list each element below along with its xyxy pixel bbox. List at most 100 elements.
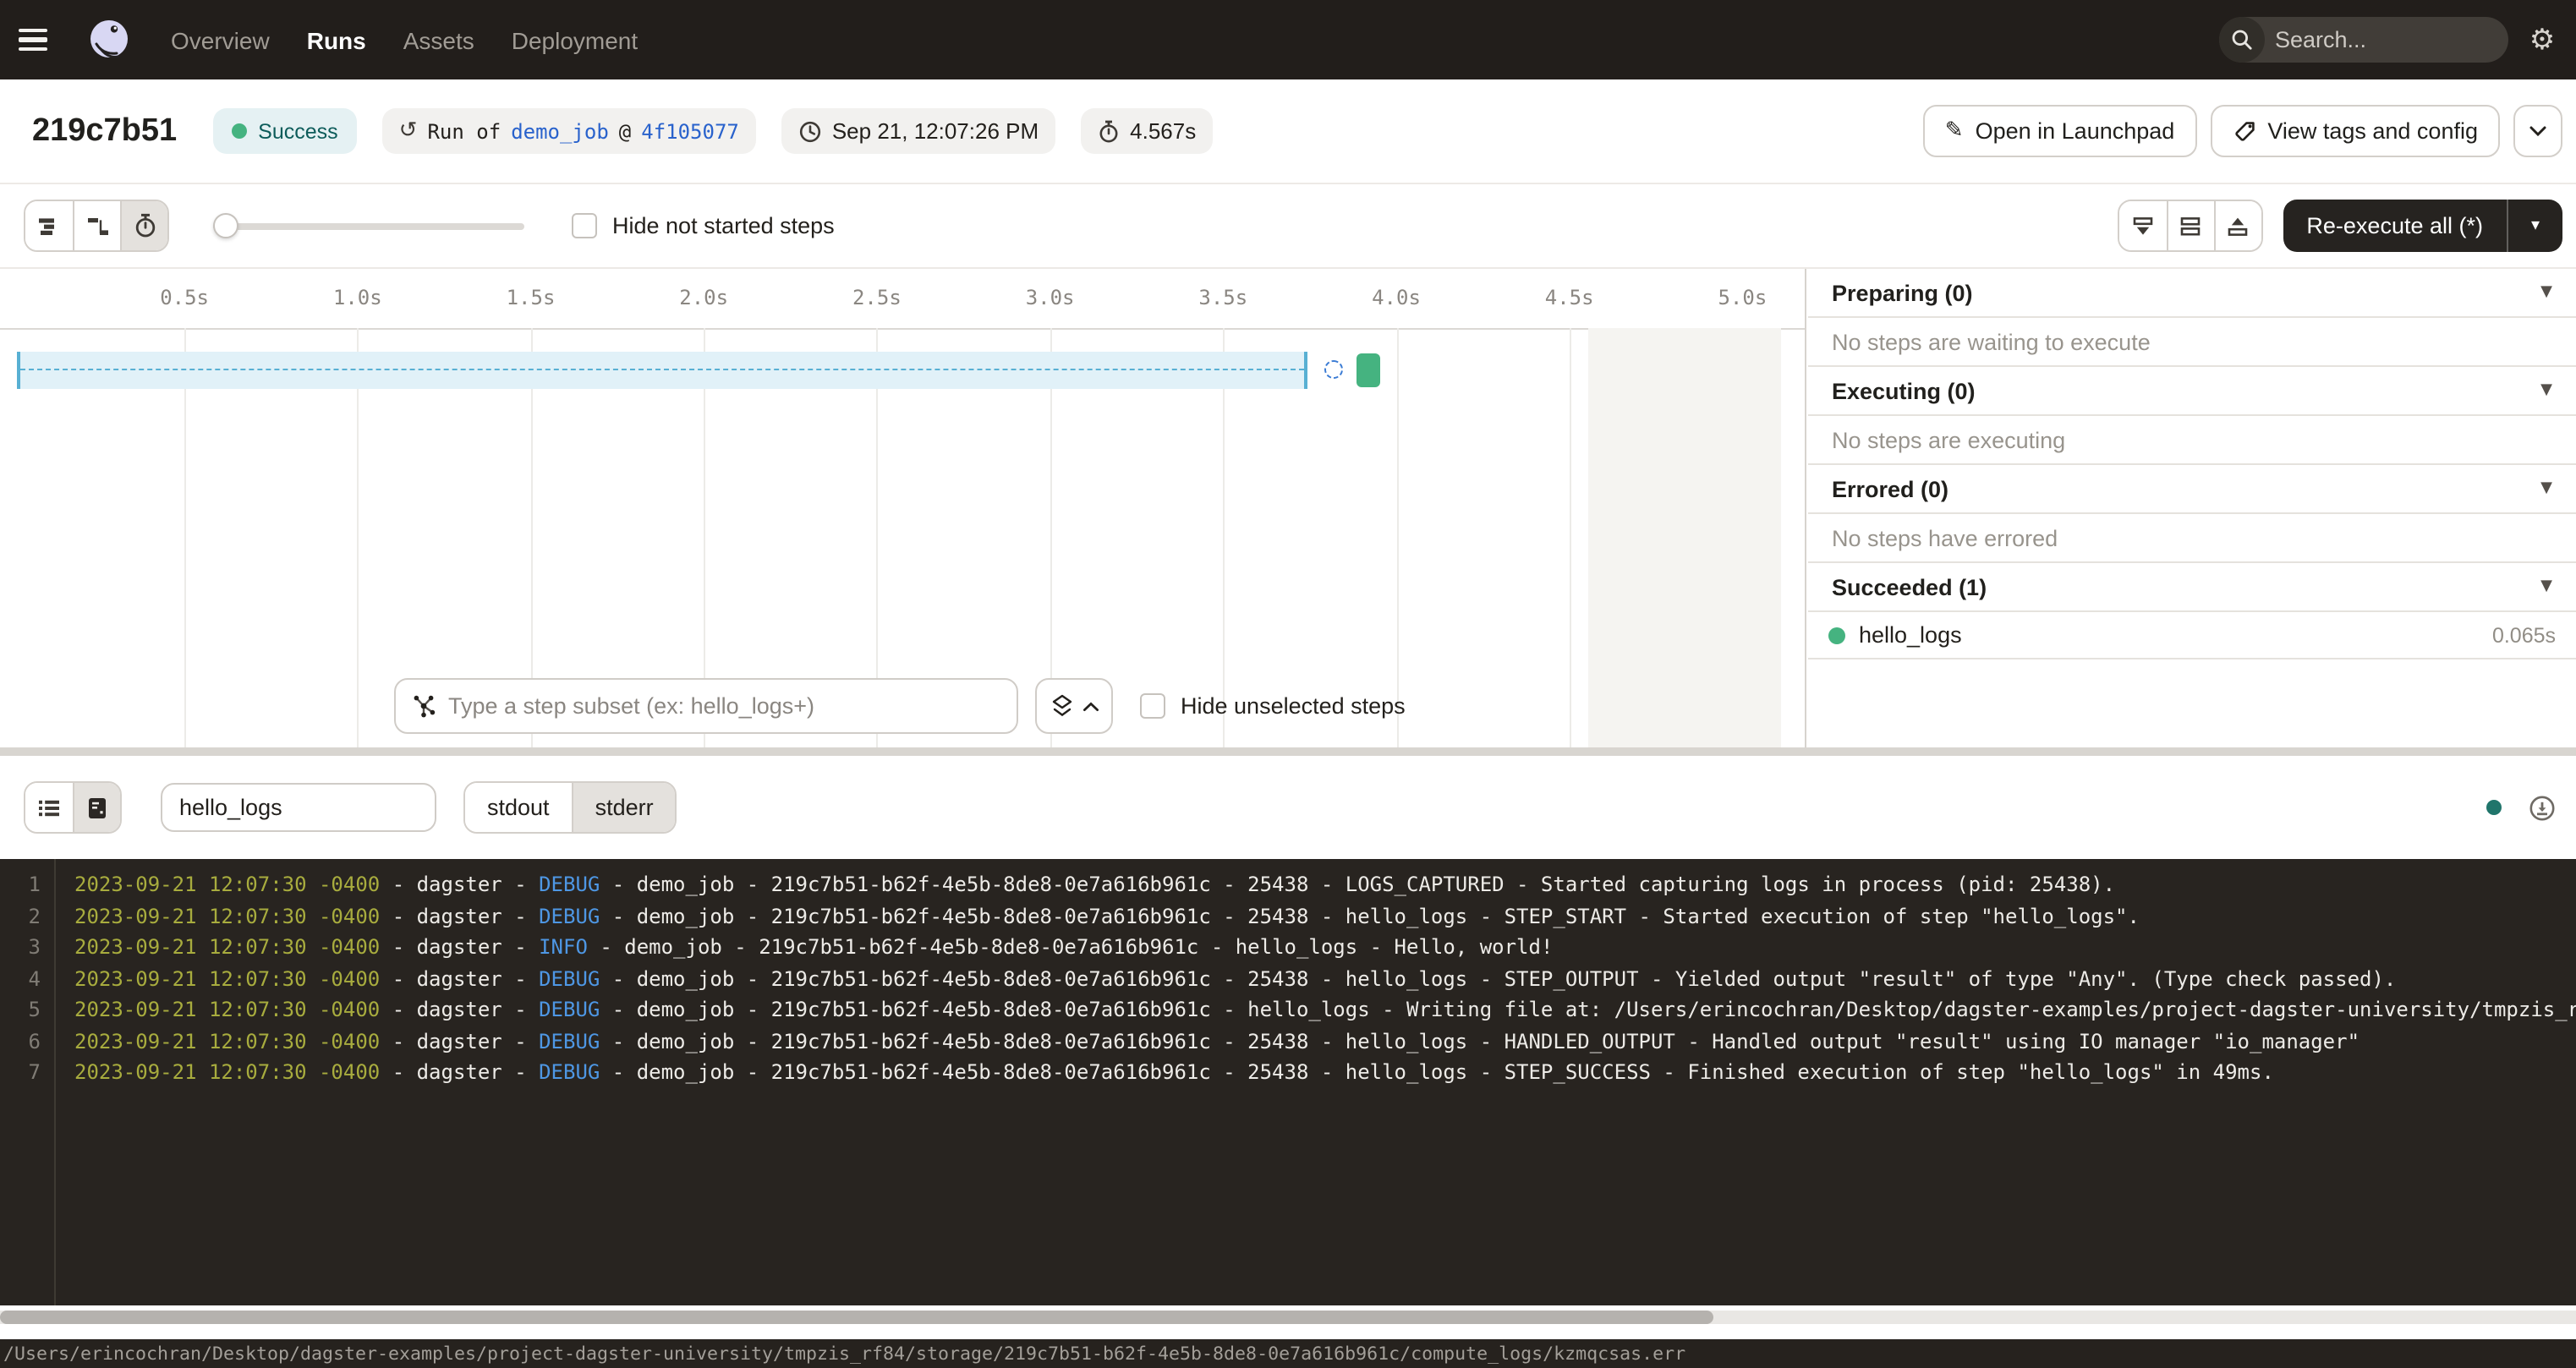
- status-section-header[interactable]: Errored (0) ▼: [1808, 465, 2576, 514]
- step-subset-inputbox[interactable]: [394, 678, 1018, 734]
- run-started-tag: Sep 21, 12:07:26 PM: [781, 108, 1055, 154]
- op-graph-icon: [411, 693, 436, 719]
- reexecute-all-button[interactable]: Re-execute all (*) ▾: [2283, 200, 2562, 252]
- log-source: - dagster -: [380, 904, 539, 928]
- hamburger-menu-icon[interactable]: [19, 18, 63, 62]
- step-waiting-band: [17, 351, 1307, 389]
- hide-not-started-checkbox[interactable]: Hide not started steps: [572, 213, 835, 238]
- slider-knob[interactable]: [213, 213, 238, 238]
- snapshot-link[interactable]: 4f105077: [641, 119, 739, 143]
- log-source: - dagster -: [380, 935, 539, 959]
- pencil-icon: ✎: [1945, 118, 1964, 144]
- status-section-header[interactable]: Preparing (0) ▼: [1808, 269, 2576, 318]
- status-section-title: Preparing (0): [1832, 280, 1973, 305]
- flat-view-icon[interactable]: [25, 201, 73, 250]
- gantt-chart[interactable]: 0.5s 1.0s 1.5s 2.0s: [0, 269, 1806, 747]
- run-of-prefix: Run of: [427, 119, 501, 143]
- structured-log-view-icon[interactable]: [25, 783, 73, 832]
- expand-up-icon[interactable]: [2213, 201, 2261, 250]
- log-timestamp: 2023-09-21 12:07:30 -0400: [74, 935, 380, 959]
- top-nav: Overview Runs Assets Deployment / ⚙: [0, 0, 2576, 79]
- tick-label: 1.0s: [333, 286, 382, 309]
- timed-view-icon[interactable]: [120, 201, 167, 250]
- log-line: 52023-09-21 12:07:30 -0400 - dagster - D…: [0, 994, 2576, 1026]
- reexecute-caret-icon[interactable]: ▾: [2508, 216, 2562, 235]
- log-step-filter-input[interactable]: [161, 783, 436, 832]
- view-tags-config-button[interactable]: View tags and config: [2210, 105, 2500, 157]
- step-status-sections: Preparing (0) ▼ No steps are waiting to …: [1808, 269, 2576, 563]
- log-message: - demo_job - 219c7b51-b62f-4e5b-8de8-0e7…: [600, 966, 2396, 990]
- collapse-down-icon[interactable]: [2118, 201, 2166, 250]
- collapse-triangle-icon[interactable]: ▼: [2540, 382, 2552, 399]
- step-subset-input[interactable]: [448, 693, 1001, 719]
- log-message: - demo_job - 219c7b51-b62f-4e5b-8de8-0e7…: [600, 998, 2576, 1021]
- tag-icon: [2232, 119, 2255, 143]
- log-output[interactable]: 12023-09-21 12:07:30 -0400 - dagster - D…: [0, 859, 2576, 1305]
- nav-item-overview[interactable]: Overview: [171, 26, 270, 53]
- split-panels-icon[interactable]: [2166, 201, 2213, 250]
- waterfall-view-icon[interactable]: [73, 201, 120, 250]
- tick-label: 2.0s: [679, 286, 728, 309]
- run-status-label: Success: [258, 119, 338, 143]
- status-section: Preparing (0) ▼ No steps are waiting to …: [1808, 269, 2576, 367]
- succeeded-section-header[interactable]: Succeeded (1) ▼: [1808, 563, 2576, 612]
- succeeded-section-title: Succeeded (1): [1832, 574, 1987, 599]
- log-source: - dagster -: [380, 1029, 539, 1053]
- gantt-section: 0.5s 1.0s 1.5s 2.0s: [0, 269, 2576, 747]
- reexecute-all-label: Re-execute all (*): [2283, 213, 2507, 238]
- tick-label: 2.5s: [852, 286, 902, 309]
- search-input[interactable]: [2265, 27, 2508, 52]
- run-actions-dropdown-button[interactable]: [2513, 105, 2562, 157]
- settings-gear-icon[interactable]: ⚙: [2508, 23, 2576, 57]
- gantt-zoom-slider[interactable]: [213, 212, 524, 239]
- download-logs-button[interactable]: [2525, 791, 2559, 824]
- search-icon: [2219, 17, 2265, 63]
- log-level: DEBUG: [539, 904, 600, 928]
- run-duration-tag: 4.567s: [1081, 108, 1213, 154]
- hide-unselected-checkbox[interactable]: Hide unselected steps: [1140, 693, 1406, 719]
- checkbox-icon[interactable]: [572, 213, 597, 238]
- log-timestamp: 2023-09-21 12:07:30 -0400: [74, 1060, 380, 1084]
- horizontal-scrollbar: [0, 1305, 2576, 1329]
- gantt-step-bar-hello-logs[interactable]: [1357, 353, 1380, 387]
- line-number: 5: [0, 994, 41, 1026]
- collapse-triangle-icon[interactable]: ▼: [2540, 480, 2552, 497]
- log-level: DEBUG: [539, 998, 600, 1021]
- checkbox-icon[interactable]: [1140, 693, 1165, 719]
- step-success-dot-icon: [1828, 627, 1845, 643]
- open-in-launchpad-button[interactable]: ✎ Open in Launchpad: [1923, 105, 2197, 157]
- scrollbar-thumb[interactable]: [0, 1311, 1713, 1324]
- log-view-mode-group: [24, 781, 122, 834]
- nav-item-deployment[interactable]: Deployment: [512, 26, 638, 53]
- collapse-triangle-icon[interactable]: ▼: [2540, 578, 2552, 595]
- status-section-header[interactable]: Executing (0) ▼: [1808, 367, 2576, 416]
- nav-item-runs[interactable]: Runs: [307, 26, 366, 53]
- run-header: 219c7b51 Success ↺ Run of demo_job @ 4f1…: [0, 79, 2576, 184]
- slider-track: [213, 222, 524, 229]
- success-dot-icon: [231, 123, 246, 139]
- graph-query-toggle-button[interactable]: [1035, 678, 1113, 734]
- step-duration: 0.065s: [2492, 623, 2556, 647]
- line-number: 6: [0, 1026, 41, 1057]
- status-section-message: No steps have errored: [1808, 514, 2576, 563]
- job-link[interactable]: demo_job: [511, 119, 609, 143]
- log-level: DEBUG: [539, 966, 600, 990]
- nav-item-assets[interactable]: Assets: [403, 26, 474, 53]
- tab-stdout[interactable]: stdout: [465, 783, 572, 832]
- split-resizer-handle[interactable]: [0, 747, 2576, 756]
- succeeded-step-row[interactable]: hello_logs 0.065s: [1808, 612, 2576, 659]
- log-level: INFO: [539, 935, 588, 959]
- tick-label: 3.5s: [1198, 286, 1247, 309]
- log-message: - demo_job - 219c7b51-b62f-4e5b-8de8-0e7…: [588, 935, 1554, 959]
- search-box[interactable]: /: [2219, 17, 2508, 63]
- collapse-triangle-icon[interactable]: ▼: [2540, 284, 2552, 301]
- line-number: 2: [0, 900, 41, 932]
- log-timestamp: 2023-09-21 12:07:30 -0400: [74, 873, 380, 896]
- nav-right: / ⚙: [2219, 17, 2576, 63]
- status-section-message: No steps are executing: [1808, 416, 2576, 465]
- line-number: 4: [0, 963, 41, 994]
- log-timestamp: 2023-09-21 12:07:30 -0400: [74, 1029, 380, 1053]
- raw-log-view-icon[interactable]: [73, 783, 120, 832]
- tab-stderr[interactable]: stderr: [572, 783, 676, 832]
- tick-label: 4.0s: [1372, 286, 1421, 309]
